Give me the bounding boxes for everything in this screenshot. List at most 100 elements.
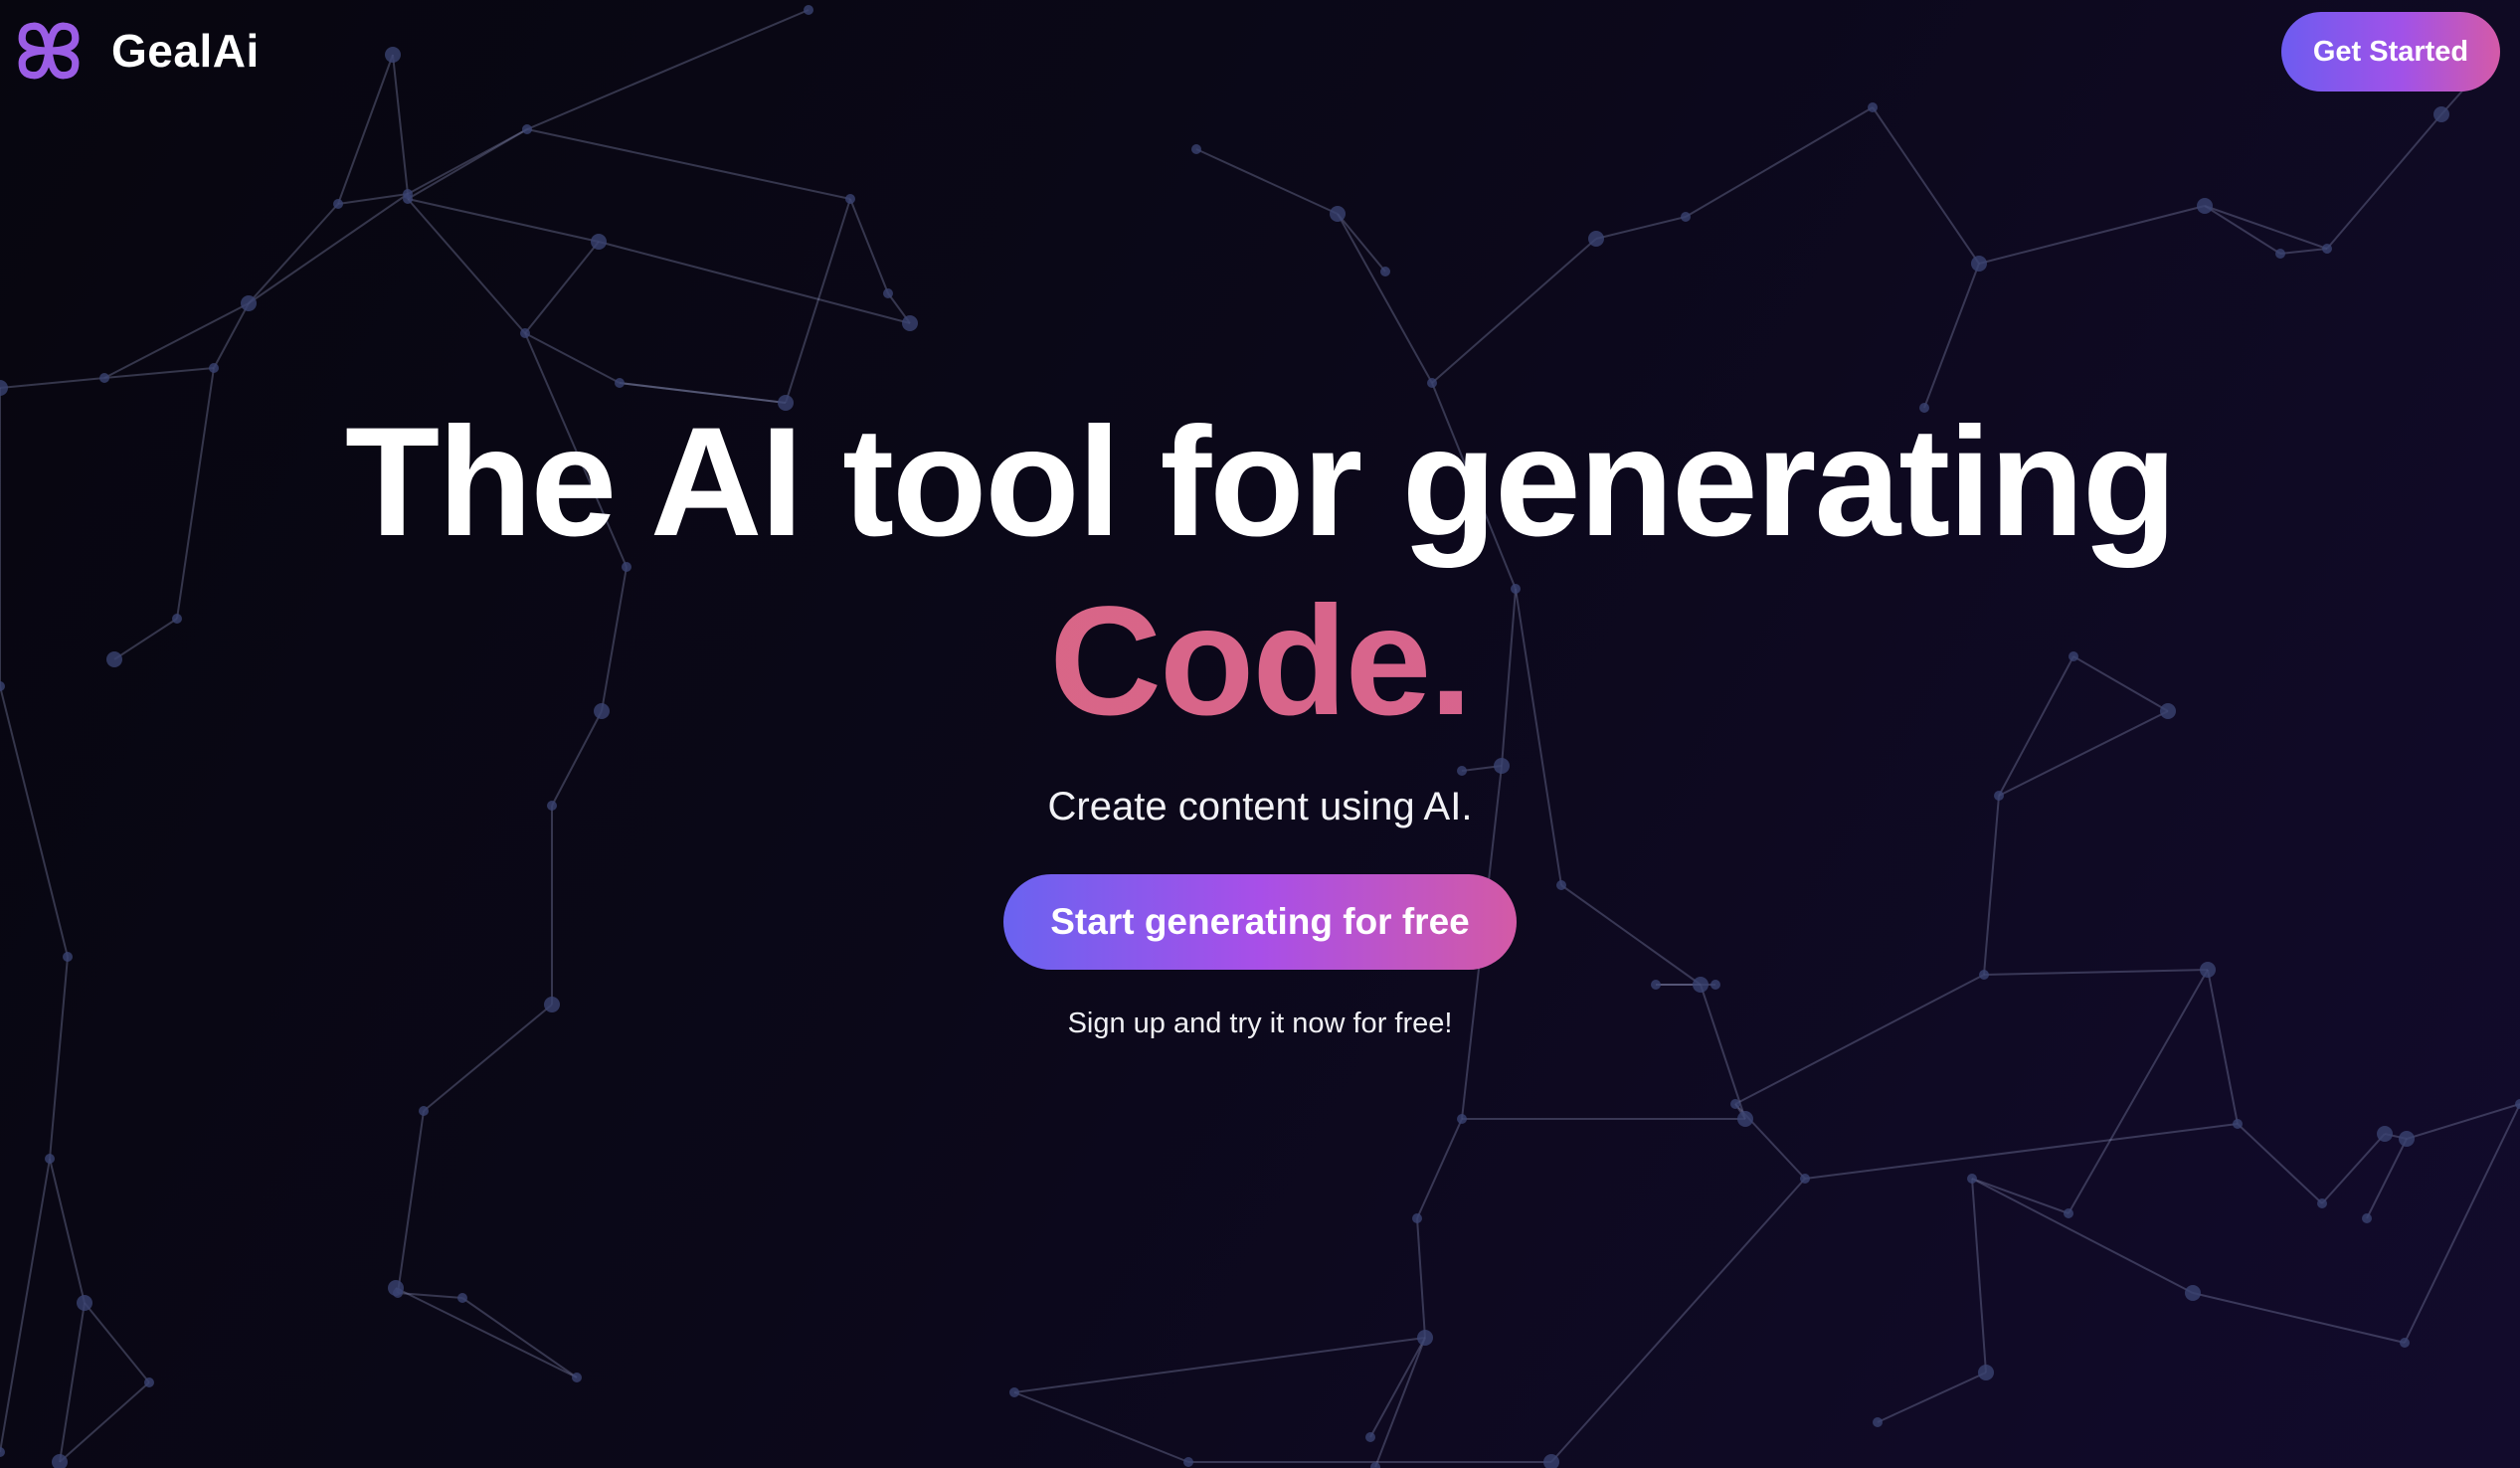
network-node [2399,1131,2415,1147]
network-node [1971,256,1987,272]
network-node [0,1447,5,1457]
network-node [45,1154,55,1164]
network-node [2317,1198,2327,1208]
network-line [1337,213,1386,273]
network-line [1013,1337,1426,1393]
network-node [2322,244,2332,254]
network-node [1427,378,1437,388]
network-line [1013,1391,1189,1463]
network-line [337,193,409,205]
network-node [144,1377,154,1387]
network-line [59,1302,86,1463]
network-node [1191,144,1201,154]
network-node [1365,1432,1375,1442]
network-line [1872,106,1980,265]
network-node [1417,1330,1433,1346]
network-node [1183,1457,1193,1467]
network-node [241,295,257,311]
network-node [522,124,532,134]
network-node [388,1280,404,1296]
network-line [0,1158,51,1453]
network-node [1412,1213,1422,1223]
network-node [1873,1417,1883,1427]
network-node [1330,206,1346,222]
network-line [1416,1118,1463,1219]
hero-headline: The AI tool for generating Code. [0,393,2520,751]
network-line [1374,1337,1426,1468]
network-node [1681,212,1691,222]
network-line [1971,1178,1987,1374]
network-node [2377,1126,2393,1142]
network-node [2433,106,2449,122]
get-started-button[interactable]: Get Started [2281,12,2500,92]
network-node [1009,1387,1019,1397]
network-node [2197,198,2213,214]
network-line [407,198,526,334]
network-line [2366,1138,2408,1219]
signup-note: Sign up and try it now for free! [1067,1008,1453,1039]
network-line [2204,205,2281,255]
network-line [407,198,600,243]
network-line [1971,1178,2194,1294]
network-node [2400,1338,2410,1348]
network-line [2321,1133,2386,1204]
network-node [2515,1099,2520,1109]
network-line [397,1110,425,1294]
network-line [59,1381,150,1463]
network-line [84,1302,150,1383]
network-node [572,1373,582,1382]
network-line [248,193,409,304]
network-line [103,302,250,379]
network-node [2275,249,2285,259]
network-node [615,378,625,388]
link-cross-icon [18,22,80,80]
network-node [1800,1174,1810,1184]
network-line [785,198,851,404]
network-node [1730,1099,1740,1109]
network-line [526,128,851,200]
network-line [1550,1178,1806,1463]
network-node [883,288,893,298]
network-line [1685,106,1874,218]
network-line [1595,216,1687,240]
network-line [2404,1103,2520,1344]
hero-subtitle: Create content using AI. [1047,785,1473,828]
network-node [1457,1114,1467,1124]
network-line [461,1297,578,1378]
network-node [403,194,413,204]
network-node [2362,1213,2372,1223]
network-line [1971,1178,2070,1214]
network-node [2185,1285,2201,1301]
network-line [2279,248,2328,255]
network-node [1978,1365,1994,1380]
start-generating-button[interactable]: Start generating for free [1003,874,1517,970]
network-line [2406,1103,2520,1140]
network-node [1380,267,1390,276]
network-line [2204,205,2328,250]
network-line [1877,1372,1987,1423]
network-node [1967,1174,1977,1184]
network-line [248,203,339,304]
brand-logo[interactable]: GealAi [16,18,260,84]
network-line [0,377,105,389]
network-line [1337,213,1433,384]
network-line [1804,1123,2239,1180]
network-line [1369,1337,1426,1438]
network-node [1588,231,1604,247]
network-line [395,1287,578,1378]
hero-section: The AI tool for generating Code. Create … [0,393,2520,1040]
network-line [1431,238,1597,384]
network-node [1737,1111,1753,1127]
network-node [99,373,109,383]
network-line [1195,148,1339,215]
hero-headline-accent: Code. [0,572,2520,751]
network-node [845,194,855,204]
network-node [2064,1208,2073,1218]
network-node [77,1295,92,1311]
network-line [1923,263,1980,409]
brand-name: GealAi [111,25,260,77]
network-line [1978,205,2206,265]
network-line [524,241,600,334]
network-node [457,1293,467,1303]
network-node [419,1106,429,1116]
